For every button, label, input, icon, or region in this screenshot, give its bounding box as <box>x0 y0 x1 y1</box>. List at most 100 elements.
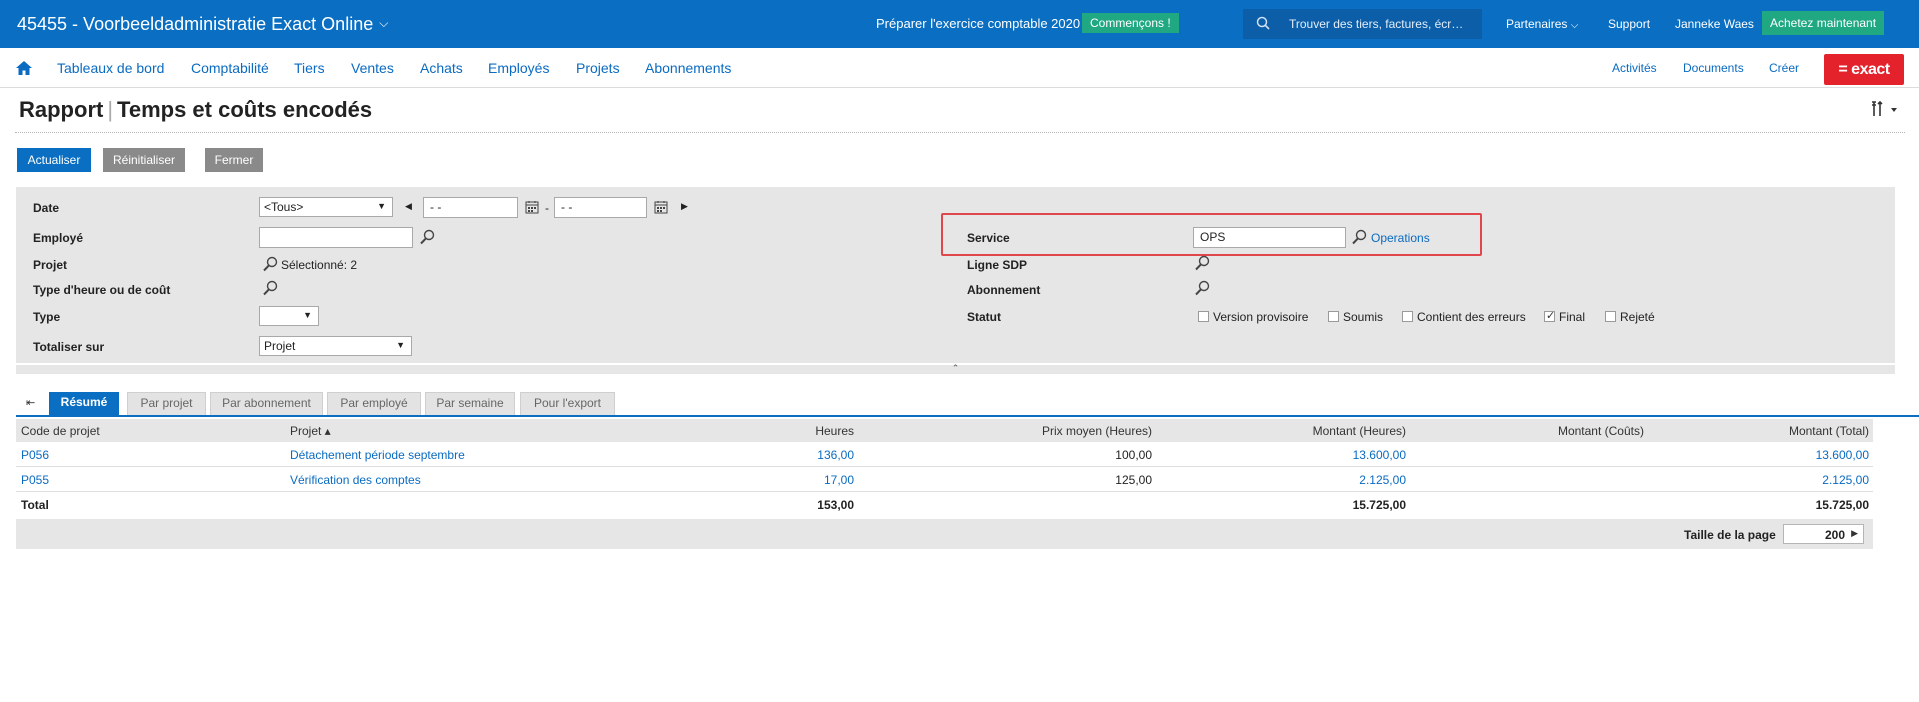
status-label-draft: Version provisoire <box>1213 310 1309 324</box>
title-separator: | <box>107 97 114 122</box>
company-switcher[interactable]: 45455 - Voorbeeldadministratie Exact Onl… <box>17 14 388 35</box>
project-code-link[interactable]: P055 <box>21 473 49 487</box>
amount-hours-link[interactable]: 2.125,00 <box>1156 473 1406 487</box>
global-search[interactable] <box>1243 9 1482 39</box>
date-to-input[interactable]: - - <box>554 197 647 218</box>
type-select[interactable]: ▼ <box>259 306 319 326</box>
search-input[interactable] <box>1289 16 1474 32</box>
reset-button[interactable]: Réinitialiser <box>103 148 185 172</box>
next-period-icon[interactable]: ▶ <box>681 201 688 212</box>
status-label-errors: Contient des erreurs <box>1417 310 1526 324</box>
nav-create[interactable]: Créer <box>1769 61 1799 75</box>
hours-link[interactable]: 136,00 <box>616 448 854 462</box>
tab-for-export[interactable]: Pour l'export <box>520 392 615 415</box>
refresh-button[interactable]: Actualiser <box>17 148 91 172</box>
status-label-submitted: Soumis <box>1343 310 1384 324</box>
project-name-link[interactable]: Vérification des comptes <box>290 473 421 487</box>
nav-relations[interactable]: Tiers <box>294 60 325 76</box>
search-icon[interactable] <box>1194 255 1210 271</box>
total-hours: 153,00 <box>817 498 854 512</box>
status-label: Statut <box>967 310 1001 324</box>
tab-by-subscription[interactable]: Par abonnement <box>210 392 323 415</box>
status-checkbox-final[interactable] <box>1544 309 1555 322</box>
nav-activities[interactable]: Activités <box>1612 61 1657 75</box>
tab-summary[interactable]: Résumé <box>49 392 119 415</box>
nav-documents[interactable]: Documents <box>1683 61 1744 75</box>
col-amount-hours[interactable]: Montant (Heures) <box>1156 424 1406 438</box>
col-avg-price[interactable]: Prix moyen (Heures) <box>856 424 1152 438</box>
chevron-down-icon: ⌵ <box>379 16 389 30</box>
page-size-select[interactable]: 200 ▶ <box>1783 524 1864 544</box>
page-title-part1: Rapport <box>19 97 104 122</box>
start-button[interactable]: Commençons ! <box>1082 13 1179 33</box>
prepare-year-text: Préparer l'exercice comptable 2020 <box>876 16 1081 31</box>
nav-subscriptions[interactable]: Abonnements <box>645 60 731 76</box>
group-by-select[interactable]: Projet ▼ <box>259 336 412 356</box>
tab-by-employee[interactable]: Par employé <box>327 392 421 415</box>
total-label: Total <box>21 498 49 512</box>
search-icon[interactable] <box>1194 280 1210 296</box>
page-title: Rapport | Temps et coûts encodés <box>19 97 372 123</box>
col-amount-costs[interactable]: Montant (Coûts) <box>1416 424 1644 438</box>
project-code-link[interactable]: P056 <box>21 448 49 462</box>
calendar-icon[interactable] <box>654 200 668 214</box>
date-to-value: - - <box>561 200 573 214</box>
table-total-row: Total 153,00 15.725,00 15.725,00 <box>16 492 1873 517</box>
home-icon[interactable] <box>15 59 33 77</box>
status-checkbox-rejected[interactable] <box>1605 311 1616 322</box>
service-highlight-box <box>941 213 1482 256</box>
support-link[interactable]: Support <box>1608 17 1650 31</box>
col-hours[interactable]: Heures <box>616 424 854 438</box>
pager-bar: Taille de la page 200 ▶ <box>16 519 1873 549</box>
nav-accounting[interactable]: Comptabilité <box>191 60 269 76</box>
search-icon <box>1256 16 1270 30</box>
company-title: 45455 - Voorbeeldadministratie Exact Onl… <box>17 14 374 34</box>
nav-projects[interactable]: Projets <box>576 60 620 76</box>
col-amount-total[interactable]: Montant (Total) <box>1646 424 1869 438</box>
calendar-icon[interactable] <box>525 200 539 214</box>
exact-logo: = exact <box>1824 54 1904 85</box>
date-from-value: - - <box>430 200 442 214</box>
search-icon[interactable] <box>262 280 278 296</box>
project-name-link[interactable]: Détachement période septembre <box>290 448 465 462</box>
group-by-label: Totaliser sur <box>33 340 105 354</box>
amount-hours-link[interactable]: 13.600,00 <box>1156 448 1406 462</box>
status-label-rejected: Rejeté <box>1620 310 1655 324</box>
prev-period-icon[interactable]: ◀ <box>405 201 412 212</box>
search-icon[interactable] <box>262 256 278 272</box>
amount-total-link[interactable]: 2.125,00 <box>1646 473 1869 487</box>
status-checkbox-draft[interactable] <box>1198 311 1209 322</box>
nav-dashboards[interactable]: Tableaux de bord <box>57 60 164 76</box>
nav-employees[interactable]: Employés <box>488 60 549 76</box>
status-checkbox-submitted[interactable] <box>1328 311 1339 322</box>
buy-now-button[interactable]: Achetez maintenant <box>1762 11 1885 35</box>
avg-price-value: 125,00 <box>1115 473 1152 487</box>
col-project[interactable]: Projet ▴ <box>290 424 331 438</box>
date-select[interactable]: <Tous> ▼ <box>259 197 393 217</box>
hours-link[interactable]: 17,00 <box>616 473 854 487</box>
dropdown-arrow-icon: ▼ <box>396 340 405 350</box>
total-amount-hours: 15.725,00 <box>1352 498 1406 512</box>
employee-input[interactable] <box>259 227 413 248</box>
sdp-line-label: Ligne SDP <box>967 258 1028 272</box>
date-from-input[interactable]: - - <box>423 197 518 218</box>
page-size-label: Taille de la page <box>1684 528 1776 542</box>
table-row: P055 Vérification des comptes 17,00 125,… <box>16 467 1873 492</box>
tools-icon[interactable] <box>1871 101 1899 117</box>
search-icon[interactable] <box>419 229 435 245</box>
partners-menu[interactable]: Partenaires ⌵ <box>1506 17 1578 31</box>
chevron-up-icon: ⌃ <box>951 363 960 373</box>
page-size-value: 200 <box>1824 528 1845 542</box>
nav-purchases[interactable]: Achats <box>420 60 463 76</box>
tab-by-project[interactable]: Par projet <box>127 392 206 415</box>
status-checkbox-errors[interactable] <box>1402 311 1413 322</box>
collapse-filters-toggle[interactable]: ⌃ <box>16 363 1895 374</box>
tab-by-week[interactable]: Par semaine <box>425 392 515 415</box>
user-menu[interactable]: Janneke Waes <box>1675 17 1754 31</box>
date-range-separator: - <box>545 201 549 215</box>
pin-icon[interactable]: ⇤ <box>26 396 35 409</box>
close-button[interactable]: Fermer <box>205 148 263 172</box>
nav-sales[interactable]: Ventes <box>351 60 394 76</box>
col-project-code[interactable]: Code de projet <box>21 424 100 438</box>
amount-total-link[interactable]: 13.600,00 <box>1646 448 1869 462</box>
